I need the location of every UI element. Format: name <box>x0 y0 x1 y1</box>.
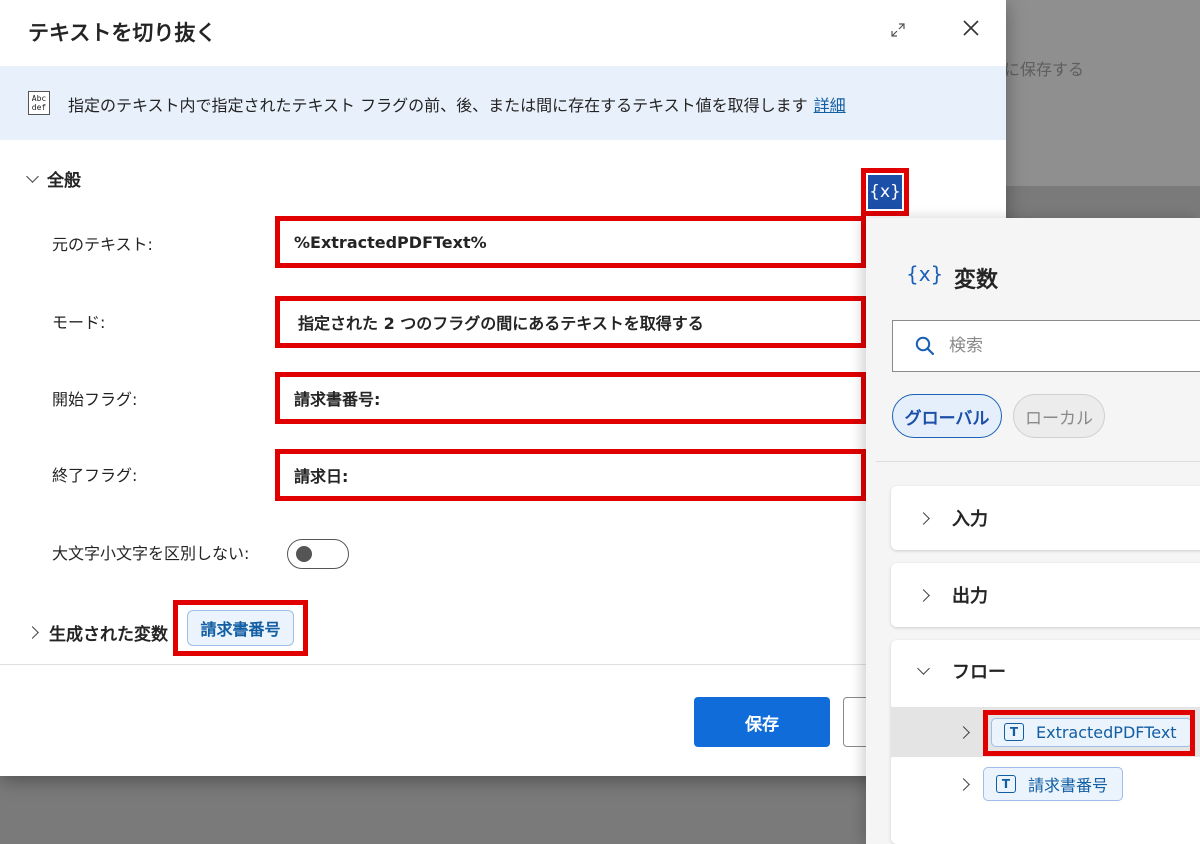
crop-text-dialog: テキストを切り抜く Abc def 指定のテキスト内で指定されたテキスト フラグ… <box>0 0 1006 776</box>
footer-divider <box>0 664 1006 665</box>
background-app-text: に保存する <box>1004 60 1085 79</box>
variables-search-box <box>892 320 1200 372</box>
generated-variable-highlight: 請求書番号 <box>173 600 308 656</box>
chevron-right-icon[interactable] <box>957 777 970 791</box>
start-flag-input[interactable]: 請求書番号: <box>275 372 866 424</box>
chevron-right-icon <box>26 626 39 639</box>
flow-variable-chip[interactable]: T 請求書番号 <box>983 767 1124 801</box>
generated-variables-toggle[interactable]: 生成された変数 <box>26 620 168 645</box>
dialog-title: テキストを切り抜く <box>28 21 217 45</box>
flow-variable-row[interactable]: T 請求書番号 <box>891 759 1200 809</box>
details-link[interactable]: 詳細 <box>814 96 846 115</box>
variables-toggle-button[interactable]: {x} <box>861 168 909 216</box>
output-group-label: 出力 <box>952 586 988 607</box>
variables-icon: {x} <box>868 175 902 209</box>
flow-group-toggle[interactable]: フロー <box>917 658 1006 684</box>
output-variables-group[interactable]: 出力 <box>891 563 1200 627</box>
variables-pane-divider <box>876 461 1200 462</box>
info-description-text: 指定のテキスト内で指定されたテキスト フラグの前、後、または間に存在するテキスト… <box>68 96 808 115</box>
save-button[interactable]: 保存 <box>694 697 830 747</box>
end-flag-input[interactable]: 請求日: <box>275 449 866 501</box>
text-type-icon: T <box>996 775 1016 793</box>
generated-variables-label: 生成された変数 <box>49 625 168 645</box>
variables-pane-title: 変数 <box>954 268 999 293</box>
generated-variable-chip[interactable]: 請求書番号 <box>187 610 294 646</box>
close-icon[interactable] <box>955 12 987 44</box>
variables-pane-icon: {x} <box>906 262 944 286</box>
background-app-panel <box>1006 0 1200 186</box>
mode-select[interactable]: 指定された 2 つのフラグの間にあるテキストを取得する <box>275 296 866 348</box>
source-text-label: 元のテキスト: <box>52 235 153 254</box>
input-group-label: 入力 <box>952 509 988 530</box>
chevron-right-icon <box>917 511 930 525</box>
mode-label: モード: <box>52 313 106 332</box>
chevron-right-icon <box>917 588 930 602</box>
expand-icon[interactable] <box>884 16 912 44</box>
global-filter-pill[interactable]: グローバル <box>892 394 1002 438</box>
chevron-right-icon[interactable] <box>957 725 970 739</box>
variables-search-input[interactable] <box>949 336 1169 356</box>
flow-group-label: フロー <box>952 662 1006 683</box>
text-action-icon: Abc def <box>28 91 50 115</box>
ignore-case-toggle[interactable] <box>287 539 349 569</box>
flow-variable-name: 請求書番号 <box>1028 776 1109 795</box>
flow-variable-highlight <box>983 710 1195 756</box>
source-text-input[interactable]: %ExtractedPDFText% <box>275 216 866 268</box>
ignore-case-label: 大文字小文字を区別しない: <box>52 544 250 563</box>
input-variables-group[interactable]: 入力 <box>891 486 1200 550</box>
local-filter-pill[interactable]: ローカル <box>1013 394 1105 438</box>
toggle-knob <box>296 546 312 562</box>
chevron-down-icon <box>26 169 39 183</box>
start-flag-label: 開始フラグ: <box>52 390 138 409</box>
general-section-toggle[interactable]: 全般 <box>26 166 81 191</box>
info-description: 指定のテキスト内で指定されたテキスト フラグの前、後、または間に存在するテキスト… <box>68 92 846 116</box>
end-flag-label: 終了フラグ: <box>52 466 138 485</box>
chevron-down-icon <box>917 662 930 675</box>
search-icon <box>915 336 935 356</box>
general-section-label: 全般 <box>47 171 81 191</box>
